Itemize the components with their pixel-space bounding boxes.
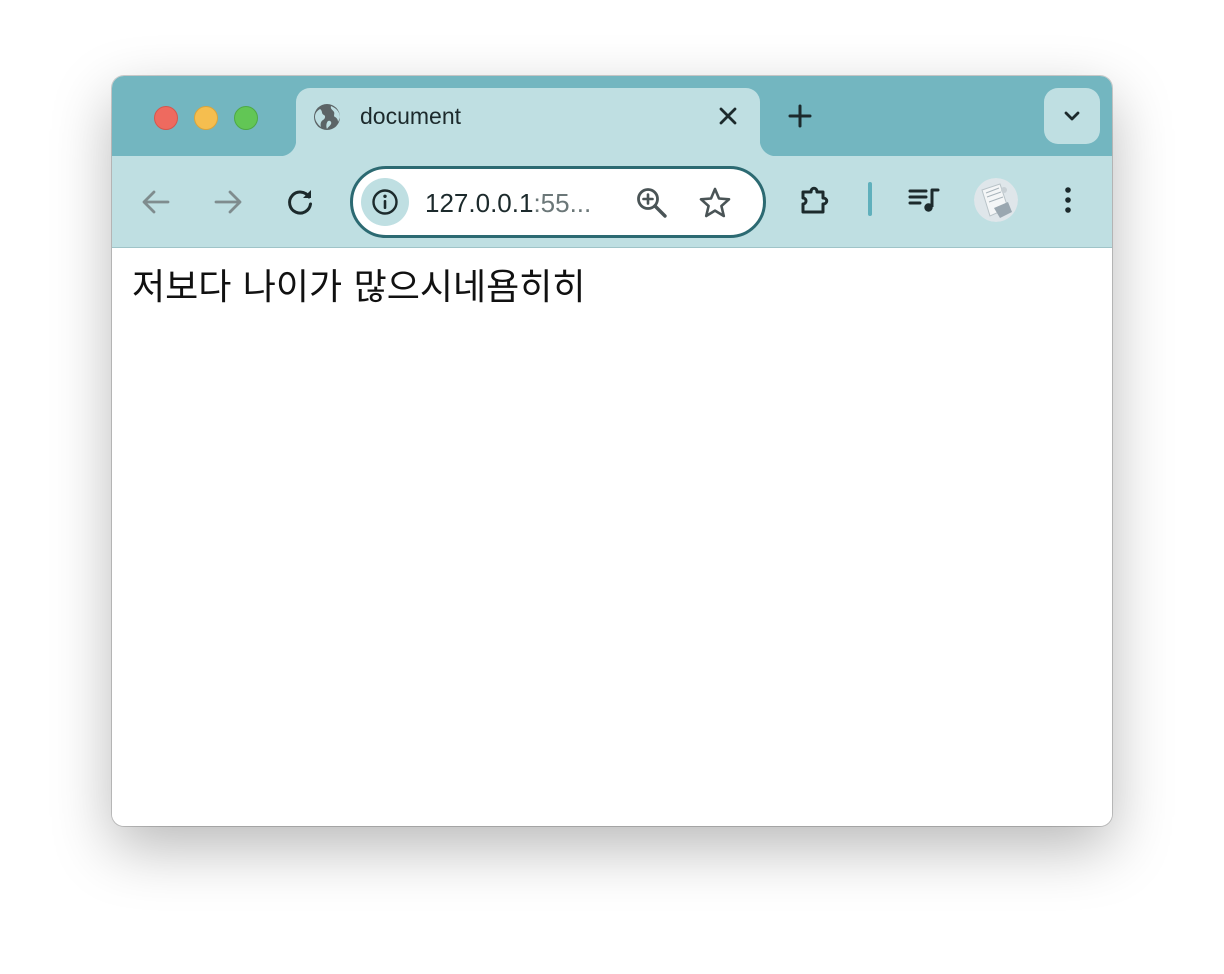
address-bar[interactable]: 127.0.0.1:55... [350,166,766,238]
close-icon[interactable] [714,102,742,130]
browser-window: document 127.0.0.1:55... 저보다 나이가 많으시네욤히히 [112,76,1112,826]
profile-picture [974,178,1018,222]
kebab-menu-icon[interactable] [1050,182,1086,218]
window-minimize-button[interactable] [194,106,218,130]
url-host: 127.0.0.1 [425,188,534,218]
url-rest: :55... [533,188,592,218]
toolbar-divider [868,182,872,216]
star-icon[interactable] [697,185,733,221]
info-icon [372,189,398,215]
tab-strip: document [112,76,1112,156]
window-maximize-button[interactable] [234,106,258,130]
arrow-left-icon[interactable] [138,184,174,220]
url-text[interactable]: 127.0.0.1:55... [425,187,591,219]
tab-search-button[interactable] [1044,88,1100,144]
chevron-down-icon [1064,111,1080,121]
page-text: 저보다 나이가 많으시네욤히히 [132,267,586,308]
window-close-button[interactable] [154,106,178,130]
globe-icon [314,104,340,130]
site-info-button[interactable] [361,178,409,226]
puzzle-icon[interactable] [798,182,834,218]
tab-title: document [360,103,462,129]
reload-icon[interactable] [282,184,318,220]
tab-document[interactable]: document [280,88,776,156]
zoom-in-icon[interactable] [635,186,669,220]
media-queue-icon[interactable] [906,182,942,218]
toolbar: 127.0.0.1:55... [112,156,1112,248]
page-content: 저보다 나이가 많으시네욤히히 [112,248,1112,826]
avatar[interactable] [974,178,1018,222]
arrow-right-icon[interactable] [210,184,246,220]
plus-icon[interactable] [784,100,816,132]
